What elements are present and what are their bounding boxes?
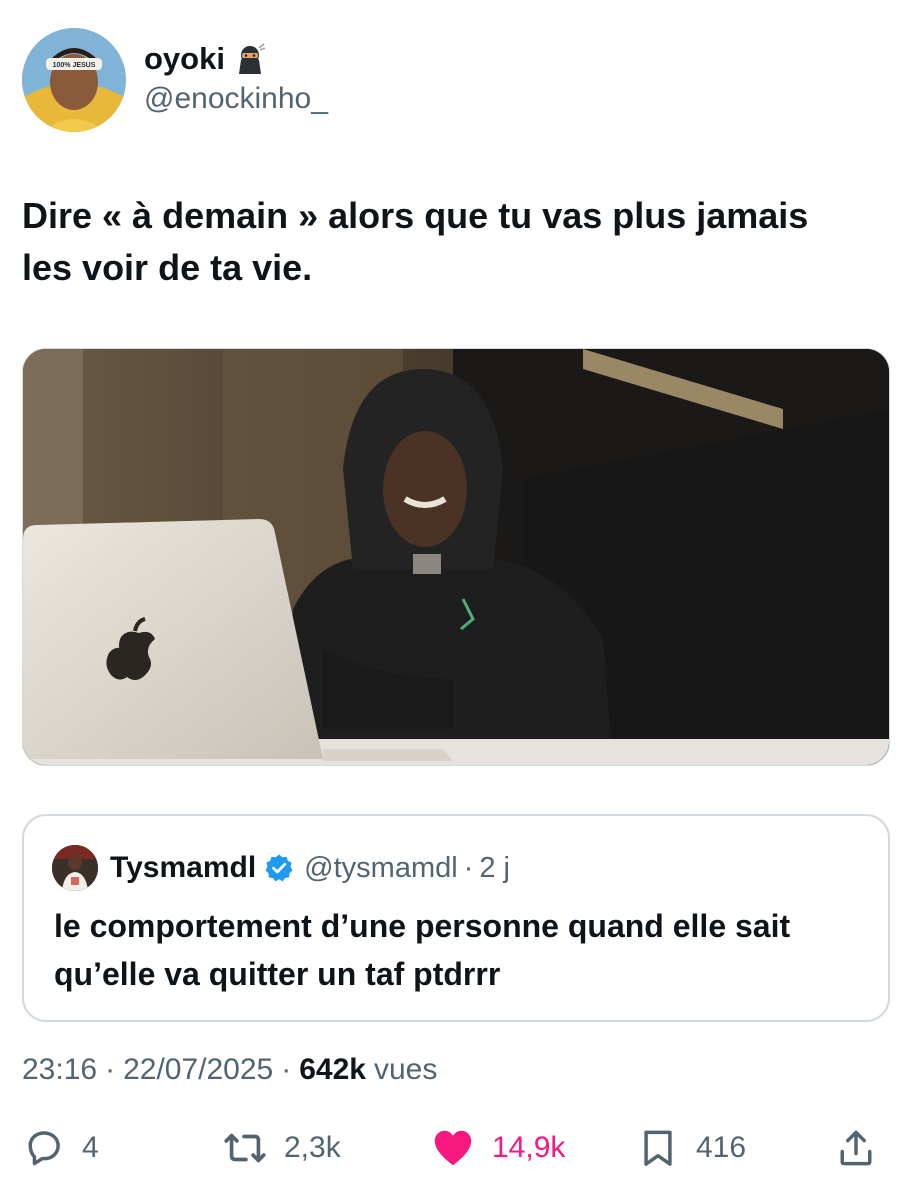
- author-avatar[interactable]: 100% JESUS: [22, 28, 126, 132]
- retweet-icon: [222, 1125, 268, 1171]
- bookmark-button[interactable]: 416: [636, 1120, 746, 1176]
- like-count: 14,9k: [492, 1131, 566, 1164]
- like-button[interactable]: 14,9k: [430, 1120, 565, 1176]
- reply-count: 4: [82, 1131, 99, 1164]
- share-icon: [834, 1126, 878, 1170]
- tweet-date[interactable]: 22/07/2025: [123, 1050, 273, 1090]
- heart-icon: [430, 1125, 476, 1171]
- bookmark-icon: [636, 1126, 680, 1170]
- retweet-count: 2,3k: [284, 1131, 341, 1164]
- author-display-name[interactable]: oyoki: [144, 41, 225, 77]
- verified-badge-icon: [264, 853, 294, 883]
- quoted-timestamp[interactable]: 2 j: [479, 852, 510, 885]
- tweet-text: Dire « à demain » alors que tu vas plus …: [22, 195, 809, 288]
- author-names: oyoki @enockinho_: [144, 41, 328, 119]
- meta-separator: ·: [105, 1053, 116, 1086]
- svg-text:100% JESUS: 100% JESUS: [53, 62, 96, 69]
- tweet-actions-bar: 4 2,3k 14,9k 416: [22, 1120, 890, 1176]
- quoted-author-display-name[interactable]: Tysmamdl: [110, 851, 256, 885]
- share-button[interactable]: [834, 1120, 878, 1176]
- tweet-time[interactable]: 23:16: [22, 1050, 97, 1090]
- meta-separator: ·: [281, 1053, 292, 1086]
- quoted-tweet-card[interactable]: Tysmamdl @tysmamdl · 2 j le comportement…: [22, 814, 890, 1022]
- quoted-author-handle[interactable]: @tysmamdl: [304, 852, 458, 885]
- views-label: vues: [373, 1053, 438, 1086]
- quoted-tweet-text: le comportement d’une personne quand ell…: [54, 908, 791, 992]
- quoted-tweet-header: Tysmamdl @tysmamdl · 2 j: [52, 845, 510, 891]
- reply-icon: [22, 1126, 66, 1170]
- tweet-header: 100% JESUS oyoki @enockinho_: [22, 28, 328, 132]
- tweet-media-image[interactable]: [22, 348, 890, 766]
- quoted-separator: ·: [463, 851, 474, 884]
- quoted-author-avatar[interactable]: [52, 845, 98, 891]
- ninja-emoji-icon: [233, 42, 267, 76]
- views-count[interactable]: 642k: [299, 1050, 366, 1090]
- bookmark-count: 416: [696, 1131, 747, 1164]
- tweet-meta: 23:16 · 22/07/2025 · 642k vues: [22, 1050, 437, 1090]
- retweet-button[interactable]: 2,3k: [222, 1120, 341, 1176]
- reply-button[interactable]: 4: [22, 1120, 99, 1176]
- author-handle[interactable]: @enockinho_: [144, 79, 328, 119]
